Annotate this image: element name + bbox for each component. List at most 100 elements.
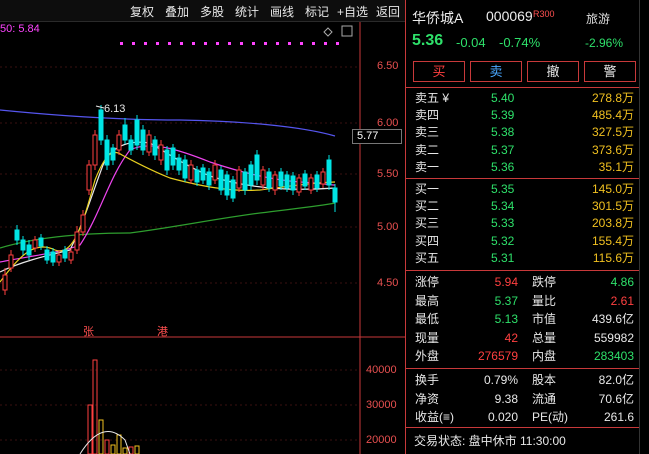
divider [406,178,640,179]
candle-body [20,239,26,251]
candle-body [260,169,266,186]
volume-bar [87,404,93,454]
stat-value: 5.37 [494,293,518,308]
cancel-order-button[interactable]: 撤 [527,61,579,82]
stat-value: 5.13 [494,312,518,327]
volume-tick: 20000 [366,434,397,446]
event-marker-zhang[interactable]: 张 [83,323,94,339]
kline-chart[interactable] [0,0,405,454]
candle-body [224,174,230,196]
candle-body [230,179,236,199]
stock-name: 华侨城A [412,10,464,26]
toolbar-back-button[interactable]: 返回 [376,3,400,20]
sell-volume: 327.5万 [591,125,634,140]
sell-row[interactable]: 卖一 5.36 35.1万 [406,159,640,175]
toolbar-mark-button[interactable]: 标记 [305,3,329,20]
sell-label: 卖一 [415,159,440,174]
stat-label: 最高 [415,293,440,308]
buy-price: 5.34 [491,199,515,214]
stat-label: 内盘 [532,349,557,364]
candle-body [200,167,206,181]
candle-body [308,177,314,191]
candle-body [110,147,116,161]
candle-body [284,174,290,189]
toolbar-add-watchlist-button[interactable]: +自选 [337,3,368,20]
sell-button[interactable]: 卖 [470,61,522,82]
candle-body [320,171,326,185]
toolbar-rights-button[interactable]: 复权 [130,3,154,20]
toolbar-drawline-button[interactable]: 画线 [270,3,294,20]
ma-dot [120,42,123,45]
sell-volume: 485.4万 [591,108,634,123]
sell-row[interactable]: 卖四 5.39 485.4万 [406,107,640,123]
ma-dot [264,42,267,45]
candle-body [206,171,212,186]
current-price-tag: 5.77 [352,129,402,144]
buy-row[interactable]: 买二 5.34 301.5万 [406,198,640,214]
candle-body [68,251,74,261]
candle-body [32,239,38,249]
ma-dot [312,42,315,45]
ma-dot [216,42,219,45]
sector-name[interactable]: 旅游 [586,10,610,27]
last-price: 5.36 [412,32,444,49]
alert-button[interactable]: 警 [584,61,636,82]
sell-price: 5.38 [491,125,515,140]
candle-body [242,171,248,191]
buy-volume: 203.8万 [591,216,634,231]
candle-body [98,109,104,141]
candle-body [104,139,110,166]
buy-price: 5.31 [491,250,515,265]
quote-panel: 华侨城A 000069 R300 旅游 -2.96% 5.36 -0.04 -0… [405,0,640,454]
settings-square-icon[interactable] [341,25,353,37]
buy-row[interactable]: 买五 5.31 115.6万 [406,250,640,266]
stat-label: 外盘 [415,349,440,364]
diamond-icon[interactable] [323,27,333,37]
price-tick: 6.00 [377,117,399,129]
stat-value: 439.6亿 [591,312,634,327]
candle-body [50,251,56,263]
buy-row[interactable]: 买一 5.35 145.0万 [406,181,640,197]
candle-body [236,169,242,189]
sell-row[interactable]: 卖二 5.37 373.6万 [406,142,640,158]
sell-row[interactable]: 卖五 ¥ 5.40 278.8万 [406,90,640,106]
ma-dot [168,42,171,45]
high-price-marker: 6.13 [104,103,126,115]
buy-label: 买五 [415,250,440,265]
price-change: -0.04 [456,35,486,50]
volume-tick: 30000 [366,399,397,411]
sell-row[interactable]: 卖三 5.38 327.5万 [406,124,640,140]
stat-label: 现量 [415,330,440,345]
sell-volume: 278.8万 [591,91,634,105]
buy-row[interactable]: 买三 5.33 203.8万 [406,215,640,231]
index-tag: R300 [533,9,555,19]
buy-row[interactable]: 买四 5.32 155.4万 [406,233,640,249]
ma-dot [240,42,243,45]
toolbar-multistock-button[interactable]: 多股 [200,3,224,20]
stat-label: 流通 [532,391,557,406]
stock-code: 000069 [486,8,533,24]
buy-volume: 301.5万 [591,199,634,214]
ma-green-line [0,202,336,249]
buy-price: 5.32 [491,233,515,248]
ma-dot [336,42,339,45]
candle-body [86,164,92,191]
stat-label: 市值 [532,312,557,327]
buy-button[interactable]: 买 [413,61,465,82]
toolbar-stats-button[interactable]: 统计 [235,3,259,20]
ma-dot [288,42,291,45]
ma-dot [156,42,159,45]
event-marker-gang[interactable]: 港 [157,323,168,339]
toolbar-overlay-button[interactable]: 叠加 [165,3,189,20]
candle-body [254,154,260,181]
candle-body [8,254,14,269]
ma-dot [228,42,231,45]
candle-body [38,237,44,247]
stat-value: 5.94 [494,275,518,289]
buy-volume: 155.4万 [591,233,634,248]
candle-body [272,174,278,191]
ma-dot [300,42,303,45]
stat-value: 2.61 [610,293,634,308]
candle-body [182,159,188,179]
price-tick: 5.00 [377,221,399,233]
